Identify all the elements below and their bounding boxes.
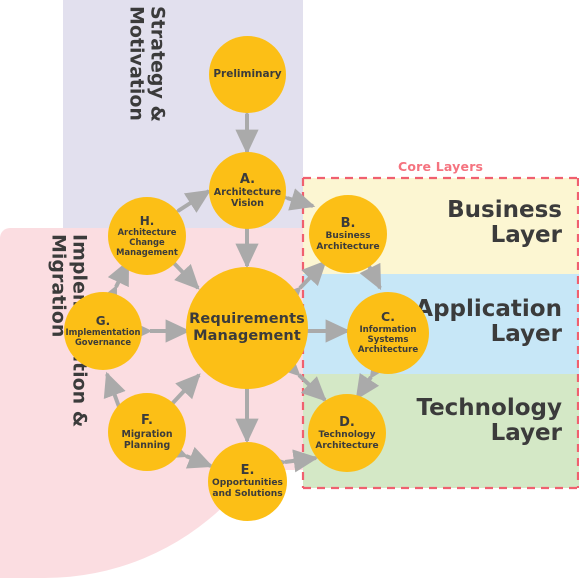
node-phase-a[interactable]: A. Architecture Vision [209, 152, 286, 229]
application-layer-line2: Layer [490, 321, 562, 348]
node-phase-c[interactable]: C. Information Systems Architecture [347, 292, 429, 374]
node-phase-f[interactable]: F. Migration Planning [108, 393, 186, 471]
business-layer-line2: Layer [490, 222, 562, 249]
node-phase-a-letter: A. [239, 171, 256, 187]
node-phase-b[interactable]: B. Business Architecture [309, 195, 387, 273]
node-phase-f-line-1: Planning [123, 439, 171, 451]
node-phase-b-line-1: Architecture [316, 241, 380, 252]
node-phase-c-line-1: Systems [367, 335, 409, 346]
strategy-label-line1: Strategy & [146, 6, 169, 123]
application-layer-line1: Application [415, 296, 562, 322]
node-phase-d[interactable]: D. Technology Architecture [308, 394, 386, 472]
node-phase-f-letter: F. [141, 413, 153, 429]
node-preliminary[interactable]: Preliminary [209, 36, 286, 113]
node-phase-d-line-1: Architecture [315, 440, 379, 451]
node-phase-h[interactable]: H. Architecture Change Management [108, 197, 186, 275]
strategy-label-line2: Motivation [125, 6, 148, 121]
node-requirements-management[interactable]: Requirements Management [186, 267, 308, 389]
technology-layer-line1: Technology [416, 395, 562, 421]
node-preliminary-line-0: Preliminary [213, 68, 282, 81]
hub-line1: Requirements [189, 310, 305, 327]
strategy-motivation-label: Strategy & Motivation [125, 6, 168, 122]
node-phase-h-letter: H. [139, 214, 155, 229]
node-phase-c-line-0: Information [359, 325, 417, 336]
node-phase-a-line-1: Vision [231, 198, 264, 210]
node-phase-e-line-1: and Solutions [212, 489, 283, 500]
node-phase-f-line-0: Migration [121, 428, 173, 440]
togaf-adm-diagram: Strategy & Motivation Implementation & M… [0, 0, 579, 578]
core-layers-label: Core Layers [398, 159, 483, 174]
node-phase-d-letter: D. [339, 414, 355, 430]
node-phase-b-letter: B. [340, 215, 356, 231]
node-phase-c-line-2: Architecture [357, 345, 419, 356]
technology-layer-line2: Layer [490, 420, 562, 447]
node-phase-g-line-1: Governance [74, 337, 132, 348]
node-phase-e[interactable]: E. Opportunities and Solutions [208, 442, 287, 521]
node-phase-g[interactable]: G. Implementation Governance [64, 292, 142, 370]
business-layer-line1: Business [447, 197, 562, 223]
node-phase-a-line-0: Architecture [213, 186, 282, 198]
core-layers-label-text: Core Layers [398, 159, 484, 174]
node-phase-e-letter: E. [240, 463, 255, 479]
node-phase-b-line-0: Business [325, 231, 371, 242]
node-phase-h-line-2: Management [116, 247, 178, 258]
node-phase-g-letter: G. [95, 314, 111, 329]
node-phase-e-line-0: Opportunities [212, 478, 283, 489]
node-phase-d-line-0: Technology [318, 430, 376, 441]
hub-line2: Management [193, 328, 301, 344]
node-phase-c-letter: C. [381, 309, 395, 325]
